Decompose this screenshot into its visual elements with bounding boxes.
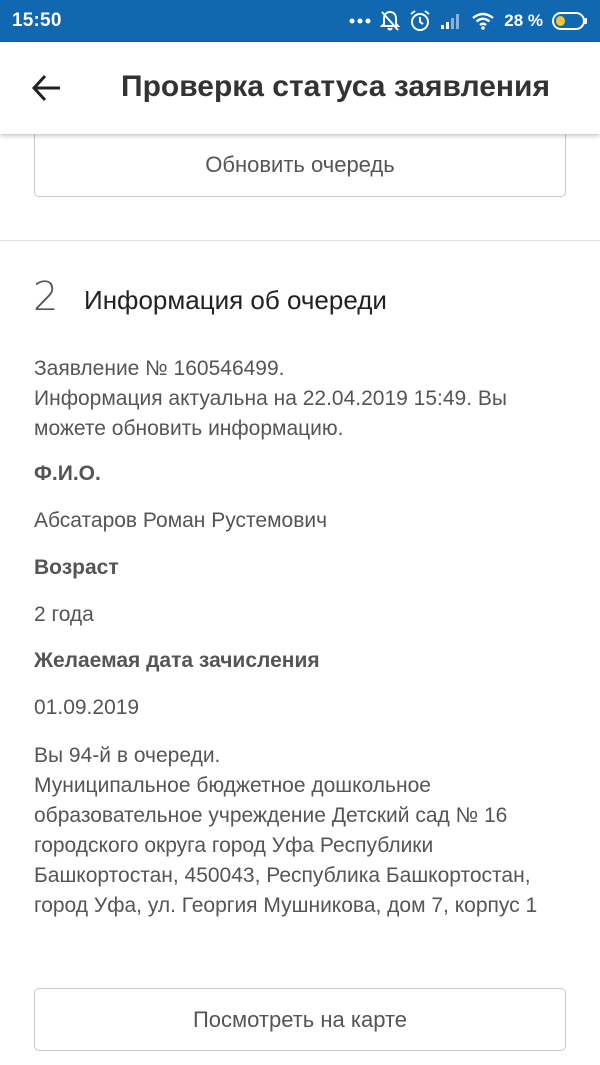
arrow-left-icon[interactable]: [30, 71, 64, 105]
battery-percent: 28 %: [504, 11, 543, 30]
content-scroll-area[interactable]: Обновить очередь 2 Информация об очереди…: [0, 134, 600, 1065]
application-info: Заявление № 160546499. Информация актуал…: [34, 354, 569, 444]
view-on-map-button[interactable]: Посмотреть на карте: [34, 988, 566, 1051]
app-bar: Проверка статуса заявления: [0, 42, 600, 134]
status-icons: 28 %: [349, 10, 588, 32]
status-bar: 15:50 28 %: [0, 0, 600, 42]
institution-address-text: Муниципальное бюджетное дошкольное образ…: [34, 774, 538, 917]
signal-icon: [440, 12, 462, 30]
step-number: 2: [33, 274, 59, 320]
info-actuality-text: Информация актуальна на 22.04.2019 15:49…: [34, 387, 507, 440]
enrollment-date-label: Желаемая дата зачисления: [34, 649, 320, 672]
age-value: 2 года: [34, 603, 94, 626]
section-title: Информация об очереди: [84, 285, 387, 315]
wifi-icon: [471, 12, 495, 30]
queue-info: Вы 94-й в очереди. Муниципальное бюджетн…: [34, 741, 569, 921]
fio-label: Ф.И.О.: [34, 462, 101, 485]
divider: [0, 240, 600, 241]
page-title: Проверка статуса заявления: [121, 70, 550, 103]
application-number-text: Заявление № 160546499.: [34, 357, 285, 380]
enrollment-date-value: 01.09.2019: [34, 696, 140, 719]
more-dots-icon: [349, 17, 371, 25]
battery-icon: [552, 12, 588, 30]
refresh-queue-button[interactable]: Обновить очередь: [34, 134, 566, 197]
status-time: 15:50: [12, 10, 62, 31]
age-label: Возраст: [34, 556, 119, 579]
alarm-icon: [409, 10, 431, 32]
fio-value: Абсатаров Роман Рустемович: [34, 509, 328, 532]
queue-position-text: Вы 94-й в очереди.: [34, 744, 221, 767]
notifications-off-icon: [380, 10, 401, 32]
